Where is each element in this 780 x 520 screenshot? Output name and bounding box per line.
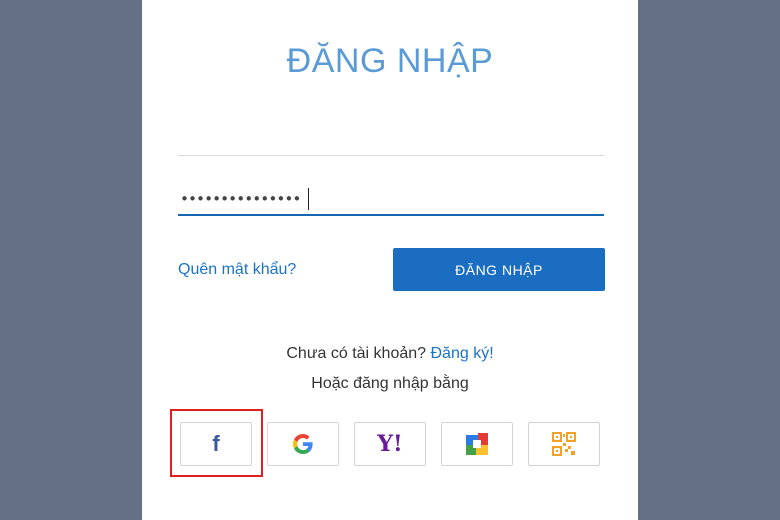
password-input[interactable]: •••••••••••••••: [178, 186, 604, 216]
yahoo-icon: Y!: [377, 431, 403, 457]
google-icon: [293, 434, 313, 454]
qr-code-login-button[interactable]: [528, 422, 600, 466]
page-title: ĐĂNG NHẬP: [286, 42, 494, 80]
no-account-text: Chưa có tài khoản?: [286, 345, 427, 362]
yahoo-login-button[interactable]: Y!: [354, 422, 426, 466]
multicolor-login-button[interactable]: [441, 422, 513, 466]
facebook-highlight-box: [170, 409, 263, 477]
login-card: ĐĂNG NHẬP ••••••••••••••• Quên mật khẩu?…: [142, 0, 638, 520]
text-caret: [308, 188, 309, 210]
alternative-login-text: Hoặc đăng nhập bằng: [311, 375, 469, 392]
signup-link[interactable]: Đăng ký!: [431, 345, 494, 362]
forgot-password-link[interactable]: Quên mật khẩu?: [178, 261, 296, 279]
qr-code-icon: [552, 432, 576, 456]
google-login-button[interactable]: [267, 422, 339, 466]
password-masked-value: •••••••••••••••: [180, 190, 301, 208]
multicolor-square-icon: [466, 433, 488, 455]
username-input[interactable]: [178, 128, 604, 156]
login-button[interactable]: ĐĂNG NHẬP: [393, 248, 605, 291]
signup-prompt: Chưa có tài khoản? Đăng ký!: [142, 345, 638, 363]
